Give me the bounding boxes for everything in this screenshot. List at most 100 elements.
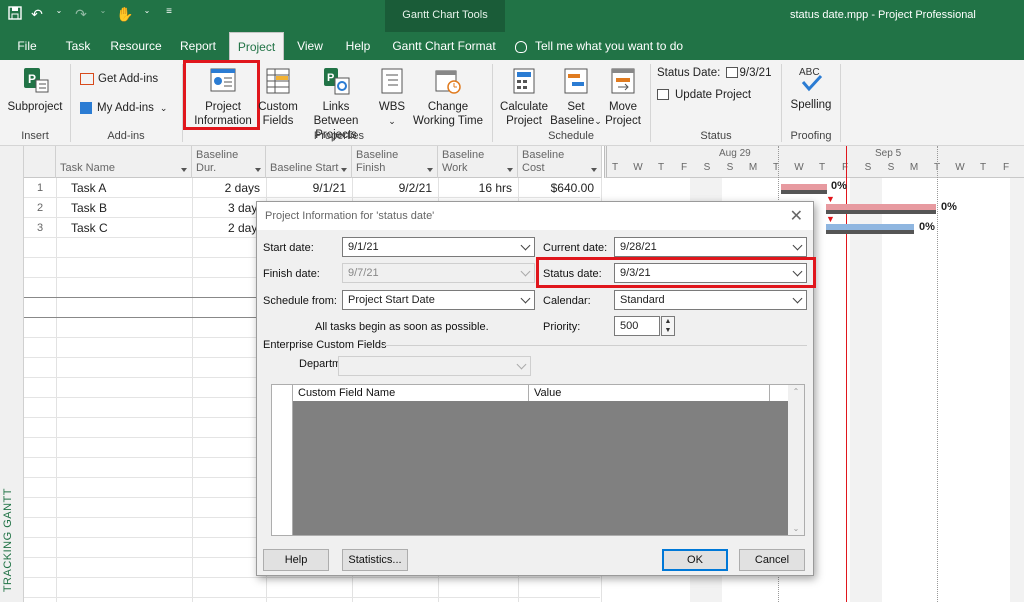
wbs-button[interactable]: WBS ⌄ bbox=[376, 66, 408, 128]
timescale-day: S bbox=[726, 162, 734, 173]
enterprise-fields-label: Enterprise Custom Fields bbox=[263, 339, 387, 351]
tab-help[interactable]: Help bbox=[338, 32, 378, 60]
timescale-day: T bbox=[818, 162, 826, 173]
row-number: 2 bbox=[36, 202, 44, 214]
ribbon-tabs: File Task Resource Report Project View H… bbox=[0, 32, 1024, 60]
set-baseline-button[interactable]: Set Baseline⌄ bbox=[550, 66, 602, 128]
calculate-project-button[interactable]: Calculate Project bbox=[498, 66, 550, 128]
baseline-finish-header-1: Baseline bbox=[356, 149, 399, 161]
help-button[interactable]: Help bbox=[263, 549, 329, 571]
change-working-time-button[interactable]: Change Working Time bbox=[412, 66, 484, 128]
chevron-down-icon[interactable]: ⌄ bbox=[138, 6, 156, 23]
statistics-button[interactable]: Statistics... bbox=[342, 549, 408, 571]
spelling-abc-text: ABC bbox=[799, 67, 820, 78]
baseline-finish-cell[interactable]: 9/2/21 bbox=[352, 178, 438, 198]
undo-icon[interactable]: ↶ bbox=[28, 6, 46, 23]
tab-project[interactable]: Project bbox=[229, 32, 284, 60]
current-date-label: Current date: bbox=[543, 242, 608, 254]
my-addins-label: My Add-ins bbox=[97, 102, 154, 114]
custom-fields-button[interactable]: Custom Fields bbox=[258, 66, 298, 128]
tab-view[interactable]: View bbox=[290, 32, 330, 60]
customize-icon[interactable]: ≡ bbox=[160, 6, 178, 23]
my-addins-button[interactable]: My Add-ins ⌄ bbox=[80, 101, 180, 115]
stepper-down-icon[interactable]: ▼ bbox=[662, 326, 674, 335]
addins-icon bbox=[80, 101, 92, 114]
tab-report[interactable]: Report bbox=[174, 32, 222, 60]
column-header-rownum[interactable] bbox=[24, 146, 56, 178]
tab-task[interactable]: Task bbox=[58, 32, 98, 60]
column-header-baseline-cost[interactable]: Baseline Cost bbox=[518, 146, 602, 178]
baseline-cost-cell[interactable]: $640.00 bbox=[518, 178, 600, 198]
update-project-label: Update Project bbox=[675, 89, 752, 101]
column-header-baseline-dur[interactable]: Baseline Dur. bbox=[192, 146, 266, 178]
priority-stepper[interactable]: ▲ ▼ bbox=[661, 316, 675, 336]
schedule-from-select[interactable]: Project Start Date bbox=[342, 290, 535, 310]
tab-gantt-chart-format[interactable]: Gantt Chart Format bbox=[388, 32, 500, 60]
timescale-week-label: Sep 5 bbox=[875, 148, 902, 159]
nonworking-shade bbox=[1010, 178, 1024, 602]
ok-button[interactable]: OK bbox=[662, 549, 728, 571]
column-header-baseline-start[interactable]: Baseline Start bbox=[266, 146, 352, 178]
column-header-baseline-work[interactable]: Baseline Work bbox=[438, 146, 518, 178]
group-separator bbox=[70, 64, 71, 142]
touch-mode-icon[interactable]: ✋ bbox=[116, 6, 134, 23]
cancel-button[interactable]: Cancel bbox=[739, 549, 805, 571]
calendar-select[interactable]: Standard bbox=[614, 290, 807, 310]
move-project-label: Move bbox=[608, 101, 638, 113]
highlight-status-date bbox=[536, 257, 816, 288]
dropdown-arrow-icon bbox=[181, 168, 187, 172]
tab-resource[interactable]: Resource bbox=[106, 32, 166, 60]
scroll-down-icon[interactable]: ⌄ bbox=[788, 524, 804, 533]
project-information-dialog: Project Information for 'status date' ✕ … bbox=[256, 201, 816, 576]
custom-fields-icon bbox=[263, 66, 293, 96]
status-date-button[interactable]: Status Date: 9/3/21 bbox=[657, 66, 777, 80]
task-name-cell[interactable]: Task A bbox=[71, 178, 191, 198]
title-bar: ↶ ⌄ ↷ ⌄ ✋ ⌄ ≡ Gantt Chart Tools status d… bbox=[0, 0, 1024, 60]
current-date-field[interactable]: 9/28/21 bbox=[614, 237, 807, 257]
chevron-down-icon[interactable]: ⌄ bbox=[50, 6, 68, 23]
table-row[interactable]: 1 Task A 2 days 9/1/21 9/2/21 16 hrs $64… bbox=[24, 178, 600, 198]
scroll-up-icon[interactable]: ⌃ bbox=[788, 387, 804, 396]
timescale-day: T bbox=[611, 162, 619, 173]
save-icon[interactable] bbox=[6, 6, 24, 23]
custom-fields-table[interactable]: Custom Field Name Value ⌃ ⌄ bbox=[271, 384, 805, 536]
timescale-header: Aug 29 Sep 5 T W T F S S M T W T F S S M… bbox=[604, 146, 1024, 178]
get-addins-button[interactable]: Get Add-ins bbox=[80, 72, 170, 86]
vertical-scrollbar[interactable]: ⌃ ⌄ bbox=[788, 385, 804, 535]
baseline-start-cell[interactable]: 9/1/21 bbox=[266, 178, 352, 198]
custom-fields-label-2: Fields bbox=[262, 115, 294, 127]
link-arrow-icon: ▼ bbox=[826, 194, 835, 204]
svg-text:P: P bbox=[327, 72, 334, 84]
tell-me-box[interactable]: Tell me what you want to do bbox=[515, 32, 683, 60]
column-header-baseline-finish[interactable]: Baseline Finish bbox=[352, 146, 438, 178]
task-name-cell[interactable]: Task B bbox=[71, 198, 191, 218]
start-date-field[interactable]: 9/1/21 bbox=[342, 237, 535, 257]
baseline-work-cell[interactable]: 16 hrs bbox=[438, 178, 518, 198]
calculate-label-2: Project bbox=[506, 115, 542, 127]
chevron-down-icon: ⌄ bbox=[159, 103, 168, 113]
task-name-cell[interactable]: Task C bbox=[71, 218, 191, 238]
priority-field[interactable]: 500 bbox=[614, 316, 660, 336]
spelling-button[interactable]: ABC Spelling bbox=[786, 64, 836, 112]
redo-icon[interactable]: ↷ bbox=[72, 6, 90, 23]
baseline-dur-cell[interactable]: 2 days bbox=[192, 178, 266, 198]
tell-me-text: Tell me what you want to do bbox=[535, 39, 684, 53]
chevron-down-icon[interactable]: ⌄ bbox=[94, 6, 112, 23]
custom-fields-label: Custom bbox=[258, 101, 298, 113]
schedule-from-value: Project Start Date bbox=[348, 294, 435, 306]
tab-file[interactable]: File bbox=[8, 32, 46, 60]
subproject-button[interactable]: P Subproject bbox=[6, 66, 64, 114]
group-separator bbox=[840, 64, 841, 142]
update-project-button[interactable]: Update Project bbox=[657, 88, 777, 102]
group-separator bbox=[650, 64, 651, 142]
column-header-task-name[interactable]: Task Name bbox=[56, 146, 192, 178]
table-row[interactable] bbox=[24, 578, 600, 598]
stepper-up-icon[interactable]: ▲ bbox=[662, 317, 674, 326]
close-icon[interactable]: ✕ bbox=[790, 206, 803, 226]
timescale-day: S bbox=[703, 162, 711, 173]
move-project-button[interactable]: Move Project bbox=[602, 66, 644, 128]
baseline-cost-header-1: Baseline bbox=[522, 149, 565, 161]
start-date-label: Start date: bbox=[263, 242, 314, 254]
chevron-down-icon bbox=[520, 266, 531, 277]
row-number: 1 bbox=[36, 182, 44, 194]
